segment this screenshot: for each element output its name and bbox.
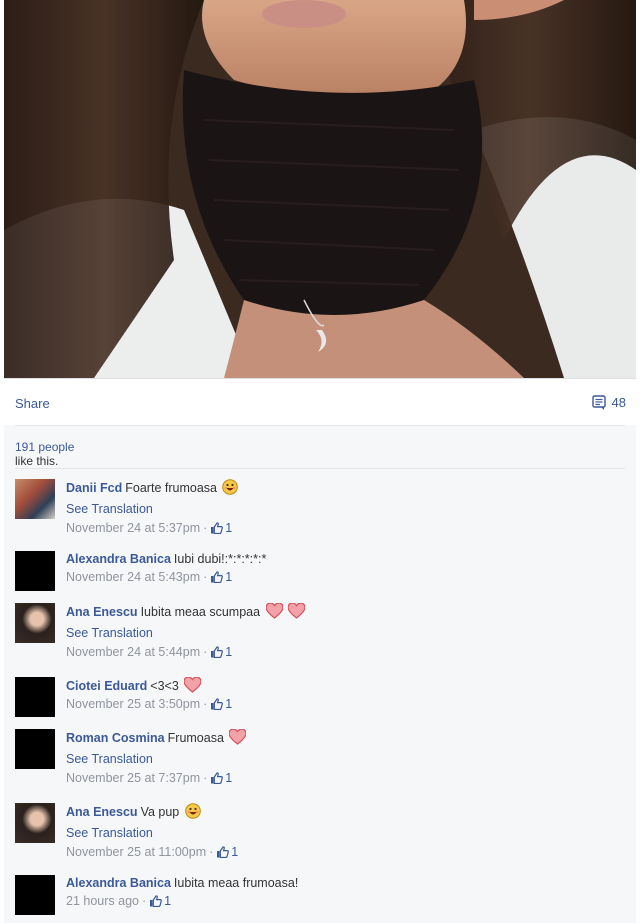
like-thumb-icon	[211, 646, 224, 658]
meta-separator: ·	[203, 521, 208, 535]
comment-meta: 21 hours ago · 1	[66, 893, 625, 910]
comment-timestamp[interactable]: November 24 at 5:37pm	[66, 521, 200, 535]
comment-timestamp[interactable]: November 24 at 5:43pm	[66, 570, 200, 584]
comment-author[interactable]: Ana Enescu	[66, 605, 138, 619]
comment-like-count[interactable]: 1	[210, 771, 232, 785]
comment-timestamp[interactable]: November 24 at 5:44pm	[66, 645, 200, 659]
comment-count[interactable]: 48	[591, 395, 626, 410]
comment-avatar[interactable]	[15, 803, 55, 843]
comment-body: Ciotei Eduard <3<3 November 25 at 3:50pm ·…	[66, 677, 625, 713]
comment-meta: November 24 at 5:44pm · 1	[66, 644, 625, 661]
comment-author[interactable]: Ana Enescu	[66, 805, 138, 819]
like-thumb-icon	[211, 571, 224, 583]
comment-meta: November 25 at 3:50pm · 1	[66, 696, 625, 713]
comment-author[interactable]: Alexandra Banica	[66, 876, 171, 890]
comment-like-count[interactable]: 1	[210, 570, 232, 584]
heart-emoji-icon	[184, 677, 202, 693]
meta-separator: ·	[203, 645, 208, 659]
comment-like-count-value: 1	[164, 894, 172, 908]
comment-icon	[591, 395, 606, 410]
comment-author[interactable]: Roman Cosmina	[66, 731, 165, 745]
comment-text: Va pup	[140, 805, 180, 819]
likes-summary: 191 people like this.	[15, 425, 625, 469]
post-photo[interactable]	[4, 0, 636, 378]
comment-text: Iubita meaa scumpaa	[140, 605, 261, 619]
likes-rest-text: like this.	[15, 454, 59, 468]
share-link[interactable]: Share	[15, 396, 50, 411]
like-thumb-icon	[150, 895, 163, 907]
like-thumb-icon	[211, 772, 224, 784]
comment-like-count-value: 1	[225, 521, 233, 535]
comment-line: Alexandra Banica Iubi dubi!:*:*:*:*:*	[66, 551, 625, 567]
post-feedback-panel: Share 48 191 people like this. Danii Fcd…	[4, 378, 636, 923]
photo-illustration	[4, 0, 636, 378]
comment-body: Ana Enescu Iubita meaa scumpaa See Transl…	[66, 603, 625, 661]
meta-separator: ·	[209, 845, 214, 859]
see-translation-link[interactable]: See Translation	[66, 750, 625, 768]
like-thumb-icon	[211, 698, 224, 710]
comment-meta: November 24 at 5:43pm · 1	[66, 569, 625, 586]
comment-author[interactable]: Alexandra Banica	[66, 552, 171, 566]
comment-body: Alexandra Banica Iubi dubi!:*:*:*:*:* Nov…	[66, 551, 625, 586]
comment-text: Iubita meaa frumoasa!	[173, 876, 299, 890]
comment-author[interactable]: Danii Fcd	[66, 481, 122, 495]
meta-separator: ·	[203, 697, 208, 711]
comment-text: Frumoasa	[167, 731, 224, 745]
see-translation-link[interactable]: See Translation	[66, 500, 625, 518]
smile-emoji-icon	[184, 803, 201, 819]
comment-body: Danii Fcd Foarte frumoasa See Translation…	[66, 479, 625, 537]
meta-separator: ·	[203, 771, 208, 785]
likes-summary-text: 191 people like this.	[15, 440, 74, 468]
comment-line: Roman Cosmina Frumoasa	[66, 729, 625, 746]
see-translation-link[interactable]: See Translation	[66, 624, 625, 642]
comment-timestamp[interactable]: November 25 at 3:50pm	[66, 697, 200, 711]
comment-body: Ana Enescu Va pup See Translation November…	[66, 803, 625, 861]
comment-count-value: 48	[611, 395, 626, 410]
like-thumb-icon	[217, 846, 230, 858]
comment-like-count[interactable]: 1	[210, 697, 232, 711]
comment-meta: November 24 at 5:37pm · 1	[66, 520, 625, 537]
comment-meta: November 25 at 7:37pm · 1	[66, 770, 625, 787]
comment-line: Ciotei Eduard <3<3	[66, 677, 625, 694]
likes-people-link[interactable]: 191 people	[15, 440, 74, 454]
comment-timestamp[interactable]: November 25 at 11:00pm	[66, 845, 206, 859]
meta-separator: ·	[141, 894, 147, 908]
comment-like-count-value: 1	[231, 845, 239, 859]
comment-author[interactable]: Ciotei Eduard	[66, 679, 147, 693]
comment-avatar[interactable]	[15, 479, 55, 519]
comment-like-count[interactable]: 1	[216, 845, 238, 859]
meta-separator: ·	[203, 570, 208, 584]
action-bar: Share 48	[4, 379, 636, 425]
comment-meta: November 25 at 11:00pm · 1	[66, 844, 625, 861]
comment-avatar[interactable]	[15, 677, 55, 717]
comment-line: Alexandra Banica Iubita meaa frumoasa!	[66, 875, 625, 891]
comment-timestamp[interactable]: 21 hours ago	[66, 894, 139, 908]
comment-avatar[interactable]	[15, 729, 55, 769]
comment-line: Ana Enescu Va pup	[66, 803, 625, 820]
comment-body: Roman Cosmina Frumoasa See Translation Nov…	[66, 729, 625, 787]
comment-timestamp[interactable]: November 25 at 7:37pm	[66, 771, 200, 785]
comment-avatar[interactable]	[15, 603, 55, 643]
like-thumb-icon	[211, 522, 224, 534]
comment-like-count-value: 1	[225, 645, 233, 659]
comment-like-count-value: 1	[225, 771, 233, 785]
comment-like-count[interactable]: 1	[149, 894, 171, 908]
comment-like-count[interactable]: 1	[210, 645, 232, 659]
comment-text: Iubi dubi!:*:*:*:*:*	[173, 552, 267, 566]
comment-like-count[interactable]: 1	[210, 521, 232, 535]
comment-text: Foarte frumoasa	[125, 481, 217, 495]
comment-line: Danii Fcd Foarte frumoasa	[66, 479, 625, 496]
comment-like-count-value: 1	[225, 697, 233, 711]
heart-emoji-icon	[288, 603, 306, 619]
heart-emoji-icon	[229, 729, 247, 745]
comment-like-count-value: 1	[225, 570, 233, 584]
see-translation-link[interactable]: See Translation	[66, 824, 625, 842]
smile-emoji-icon	[222, 479, 239, 495]
comment-avatar[interactable]	[15, 875, 55, 915]
comment-body: Alexandra Banica Iubita meaa frumoasa! 21…	[66, 875, 625, 910]
heart-emoji-icon	[265, 603, 283, 619]
comment-line: Ana Enescu Iubita meaa scumpaa	[66, 603, 625, 620]
comment-avatar[interactable]	[15, 551, 55, 591]
comment-text: <3<3	[150, 679, 179, 693]
